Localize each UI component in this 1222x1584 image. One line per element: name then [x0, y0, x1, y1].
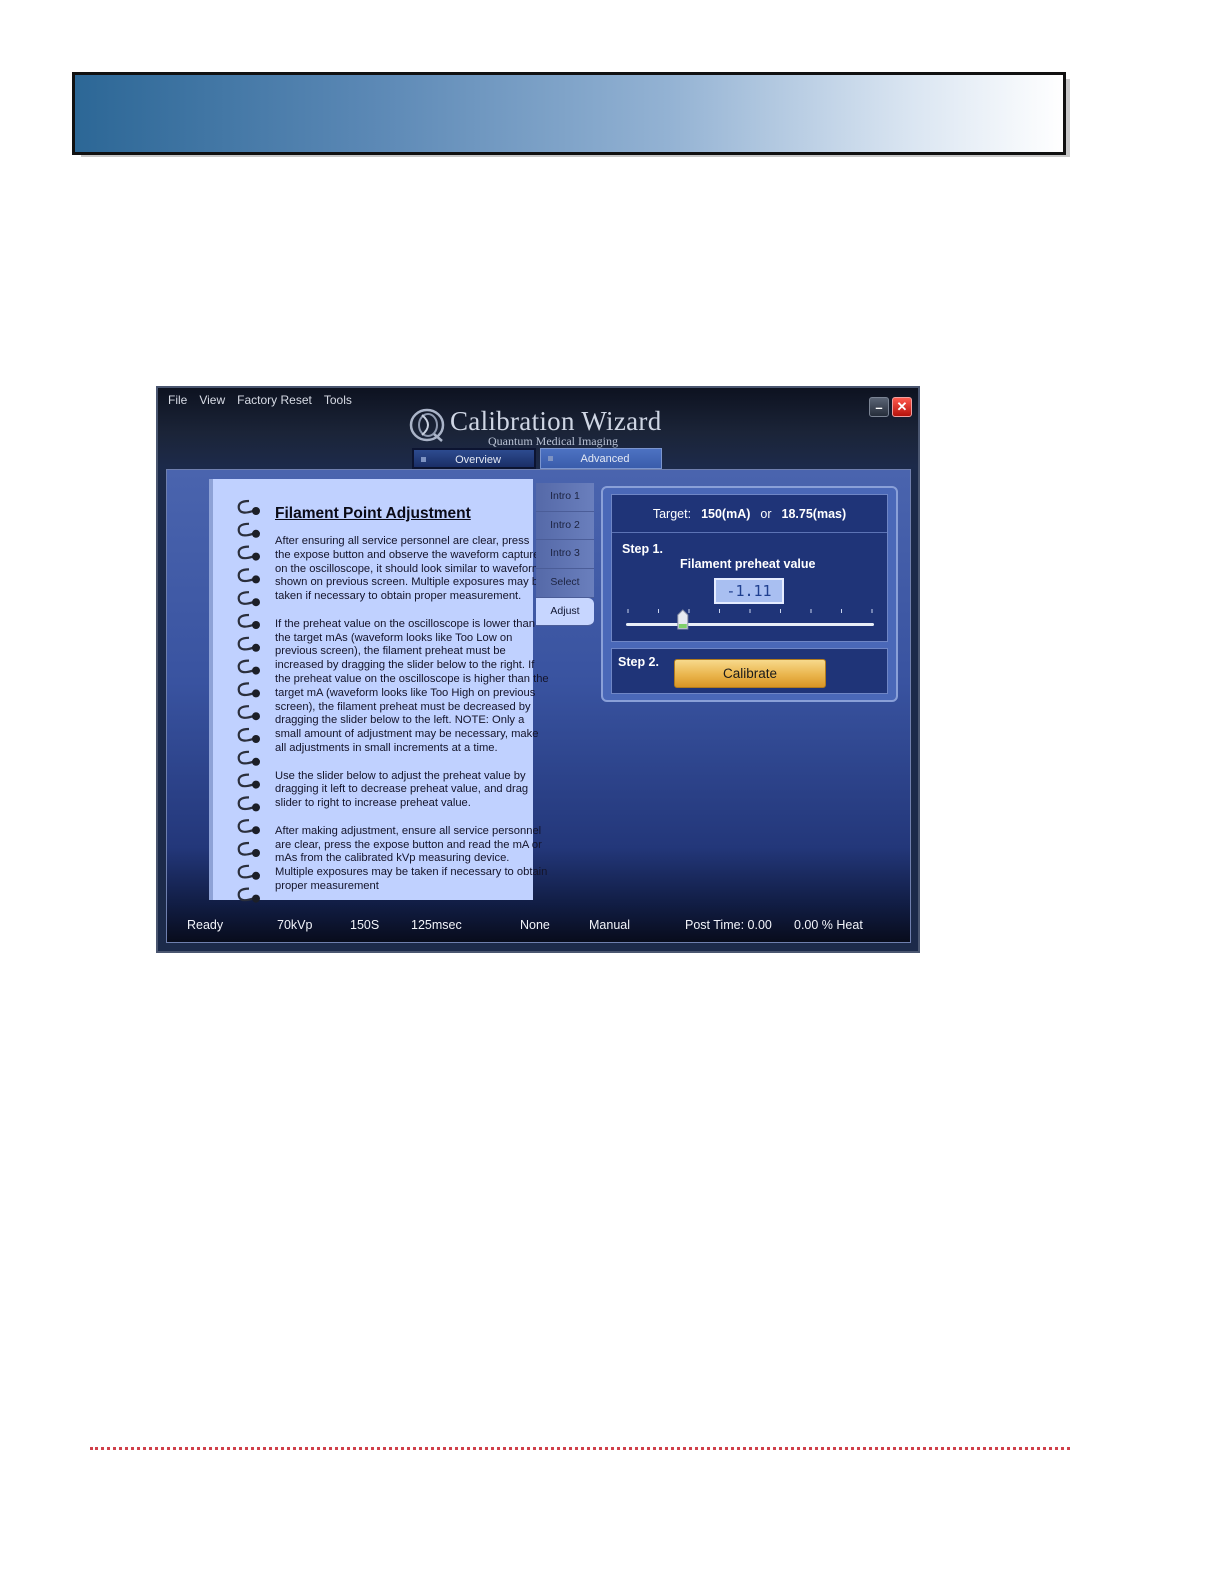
tab-advanced-filament[interactable]: Advanced Filament [540, 448, 662, 486]
footer-dotted-rule [90, 1447, 1070, 1450]
menu-tools[interactable]: Tools [324, 393, 352, 407]
close-button[interactable]: ✕ [892, 397, 912, 417]
step-tab-intro-2[interactable]: Intro 2 [536, 511, 594, 541]
step-tab-intro-3[interactable]: Intro 3 [536, 540, 594, 570]
target-or-label: or [760, 506, 772, 521]
calibrate-button[interactable]: Calibrate [674, 659, 826, 688]
step-tab-select[interactable]: Select [536, 569, 594, 598]
status-heat: 0.00 % Heat [794, 918, 863, 932]
menu-file[interactable]: File [168, 393, 187, 407]
step-1-label: Step 1. [622, 542, 663, 556]
app-subtitle: Quantum Medical Imaging [488, 434, 618, 448]
instructions-notebook: Filament Point Adjustment After ensuring… [209, 479, 549, 903]
minimize-button[interactable]: – [869, 397, 889, 417]
adjustment-panel: Target: 150(mA) or 18.75(mas) Step 1. Fi… [601, 486, 898, 702]
step-1-box: Target: 150(mA) or 18.75(mas) Step 1. Fi… [611, 494, 888, 642]
instruction-paragraph: After making adjustment, ensure all serv… [275, 824, 548, 892]
status-post-time: Post Time: 0.00 [685, 918, 772, 932]
notebook-text: After ensuring all service personnel are… [275, 535, 575, 908]
slider-thumb[interactable] [677, 609, 689, 630]
step-tab-intro-1[interactable]: Intro 1 [536, 483, 594, 512]
target-label: Target: [652, 506, 692, 521]
status-kvp: 70kVp [277, 918, 313, 932]
status-bar: Ready 70kVp 150S 125msec None Manual Pos… [167, 910, 910, 942]
spiral-binding-icon [237, 499, 260, 903]
menu-bar: File View Factory Reset Tools [168, 393, 352, 407]
slider-track [626, 623, 874, 626]
calibration-wizard-window: File View Factory Reset Tools – ✕ Calibr… [156, 386, 920, 953]
status-mode: Manual [589, 918, 630, 932]
status-ma: 150S [350, 918, 380, 932]
quantum-logo-icon [409, 408, 445, 442]
instruction-paragraph: Use the slider below to adjust the prehe… [275, 769, 529, 810]
tab-overview[interactable]: Overview [412, 448, 536, 469]
status-time: 125msec [411, 918, 462, 932]
preheat-value-display: -1.11 [714, 578, 784, 604]
app-logo: Calibration Wizard Quantum Medical Imagi… [408, 404, 678, 450]
status-ready: Ready [187, 918, 224, 932]
step-2-box: Step 2. Calibrate [611, 648, 888, 694]
app-title: Calibration Wizard [450, 406, 662, 436]
target-row: Target: 150(mA) or 18.75(mas) [612, 495, 887, 533]
instruction-paragraph: If the preheat value on the oscilloscope… [275, 617, 549, 754]
instruction-paragraph: After ensuring all service personnel are… [275, 535, 547, 603]
content-area: Filament Point Adjustment After ensuring… [166, 469, 911, 943]
preheat-slider[interactable] [626, 608, 874, 636]
minimize-icon: – [875, 399, 883, 415]
slider-ticks [627, 609, 873, 613]
notebook-title: Filament Point Adjustment [275, 505, 471, 522]
close-icon: ✕ [896, 399, 908, 414]
target-mas: 18.75(mas) [781, 506, 847, 521]
step-tab-adjust[interactable]: Adjust [536, 597, 594, 627]
target-ma: 150(mA) [701, 506, 751, 521]
preheat-label: Filament preheat value [680, 557, 816, 571]
menu-view[interactable]: View [199, 393, 225, 407]
step-tabs: Intro 1 Intro 2 Intro 3 Select Adjust [536, 483, 594, 627]
menu-factory-reset[interactable]: Factory Reset [237, 393, 312, 407]
header-banner [72, 72, 1066, 155]
window-controls: – ✕ [869, 397, 912, 417]
step-2-label: Step 2. [618, 655, 659, 669]
status-none: None [520, 918, 550, 932]
main-tabs: Overview Advanced Filament [412, 448, 662, 486]
